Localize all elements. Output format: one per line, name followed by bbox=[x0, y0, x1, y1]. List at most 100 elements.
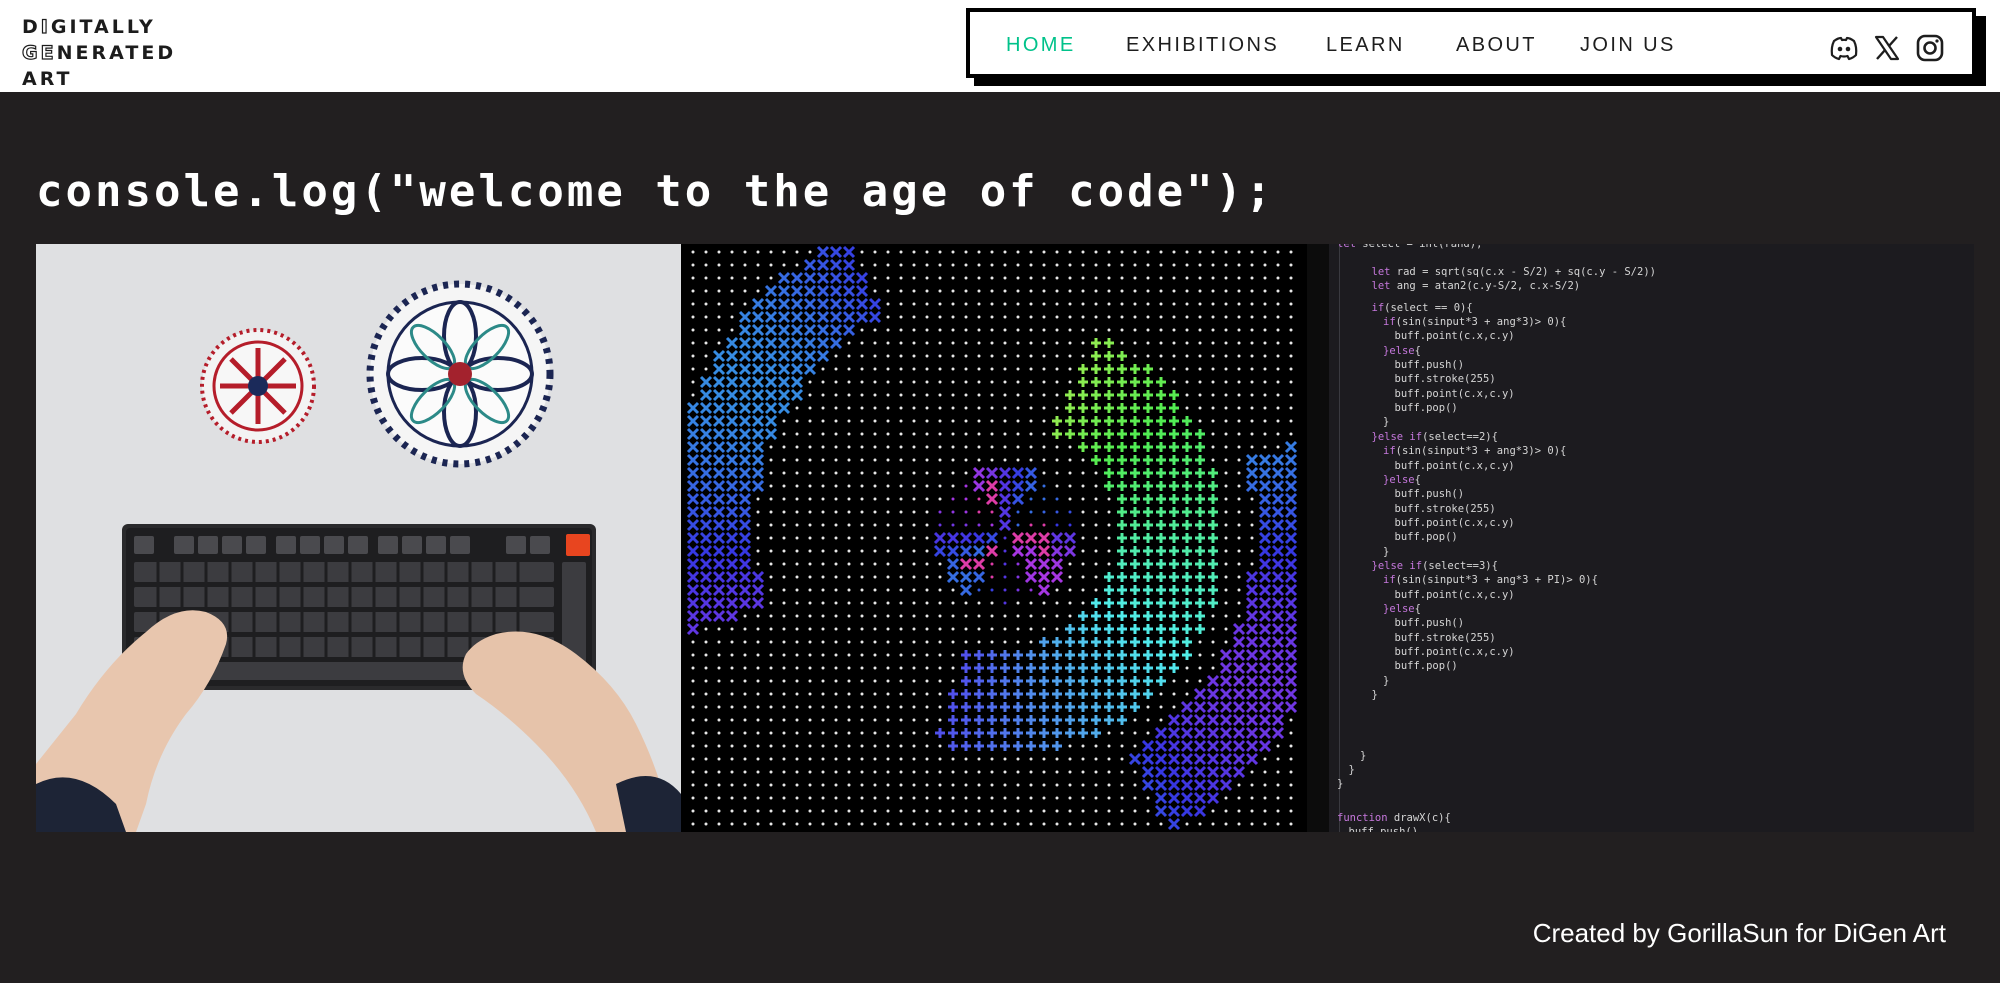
logo-line-1: DIGITALLY bbox=[22, 14, 176, 40]
code-line: buff.stroke(255) bbox=[1394, 632, 1496, 644]
logo-letter: L bbox=[111, 16, 127, 38]
code-keyword: let bbox=[1337, 244, 1356, 250]
code-text: (select == 0){ bbox=[1384, 302, 1473, 314]
code-text: (sin(sinput*3 + ang*3 + PI)> 0){ bbox=[1395, 574, 1598, 586]
logo-letter: N bbox=[56, 42, 76, 64]
code-text: { bbox=[1414, 603, 1421, 615]
code-keyword: }else if bbox=[1371, 431, 1423, 443]
nav-join-us[interactable]: JOIN US bbox=[1580, 34, 1676, 57]
code-line: } bbox=[1348, 764, 1355, 776]
generative-art-panel bbox=[681, 244, 1329, 832]
logo-letter: G bbox=[50, 16, 70, 38]
code-text: select = int(rand); bbox=[1355, 244, 1483, 250]
code-line: } bbox=[1337, 778, 1344, 790]
gutter-line bbox=[1339, 244, 1340, 832]
code-line: let select = int(rand); bbox=[1337, 244, 1482, 250]
logo-letter: R bbox=[91, 42, 110, 64]
logo-letter: T bbox=[79, 16, 95, 38]
site-logo[interactable]: DIGITALLY GENERATED ART bbox=[21, 14, 177, 92]
code-line: }else{ bbox=[1383, 474, 1421, 486]
code-line: } bbox=[1383, 546, 1390, 558]
code-text: (sin(sinput*3 + ang*3)> 0){ bbox=[1395, 445, 1567, 457]
code-line: }else if(select==2){ bbox=[1372, 431, 1498, 443]
main-nav: HOME EXHIBITIONS LEARN ABOUT JOIN US bbox=[966, 8, 1976, 78]
nav-learn[interactable]: LEARN bbox=[1326, 34, 1405, 57]
code-line: buff.stroke(255) bbox=[1394, 503, 1496, 515]
large-bowl-image bbox=[366, 280, 554, 468]
code-line: if(sin(sinput*3 + ang*3 + PI)> 0){ bbox=[1383, 574, 1598, 586]
hero-banner: let select = int(rand); let rad = sqrt(sq… bbox=[36, 244, 1974, 832]
code-text: { bbox=[1414, 474, 1421, 486]
code-text: (select==2){ bbox=[1422, 431, 1498, 443]
code-keyword: }else bbox=[1383, 603, 1415, 615]
code-line: } bbox=[1360, 750, 1367, 762]
code-line: } bbox=[1371, 689, 1378, 701]
code-line: buff.point(c.x,c.y) bbox=[1394, 589, 1515, 601]
logo-letter: E bbox=[141, 42, 158, 64]
code-keyword: if bbox=[1383, 316, 1396, 328]
discord-icon[interactable] bbox=[1828, 32, 1860, 64]
nav-about[interactable]: ABOUT bbox=[1456, 34, 1537, 57]
logo-letter: E bbox=[40, 41, 57, 64]
small-bowl-image bbox=[200, 328, 316, 444]
hero-headline: console.log("welcome to the age of code"… bbox=[36, 166, 1275, 217]
code-line: if(select == 0){ bbox=[1372, 302, 1473, 314]
code-line: buff.stroke(255) bbox=[1394, 373, 1496, 385]
code-line: }else{ bbox=[1383, 345, 1421, 357]
code-line: let rad = sqrt(sq(c.x - S/2) + sq(c.y - … bbox=[1372, 266, 1656, 278]
logo-letter: A bbox=[109, 42, 126, 64]
x-icon[interactable] bbox=[1871, 32, 1903, 64]
code-line: buff.pop() bbox=[1394, 531, 1458, 543]
logo-letter: T bbox=[125, 42, 142, 64]
code-line: buff.pop() bbox=[1394, 660, 1458, 672]
code-line: }else{ bbox=[1383, 603, 1421, 615]
code-text: rad = sqrt(sq(c.x - S/2) + sq(c.y - S/2)… bbox=[1390, 266, 1656, 278]
logo-letter: E bbox=[75, 42, 92, 64]
code-line: if(sin(sinput*3 + ang*3)> 0){ bbox=[1383, 316, 1566, 328]
code-keyword: function bbox=[1337, 812, 1388, 824]
code-line: } bbox=[1383, 675, 1390, 687]
desk-photo bbox=[36, 244, 681, 832]
code-text: (sin(sinput*3 + ang*3)> 0){ bbox=[1395, 316, 1567, 328]
site-header: DIGITALLY GENERATED ART HOME EXHIBITIONS… bbox=[0, 0, 2000, 92]
generative-art-canvas bbox=[681, 244, 1329, 832]
code-text: (select==3){ bbox=[1422, 560, 1498, 572]
code-keyword: let bbox=[1371, 280, 1391, 292]
logo-letter: L bbox=[126, 16, 140, 38]
code-editor: let select = int(rand); let rad = sqrt(sq… bbox=[1329, 244, 1974, 832]
logo-letter: A bbox=[94, 16, 112, 38]
code-keyword: if bbox=[1371, 302, 1385, 314]
code-keyword: }else bbox=[1383, 474, 1415, 486]
logo-letter: D bbox=[157, 42, 177, 64]
code-keyword: if bbox=[1383, 574, 1396, 586]
logo-letter: Y bbox=[139, 16, 156, 38]
instagram-icon[interactable] bbox=[1914, 32, 1946, 64]
credit-text: Created by GorillaSun for DiGen Art bbox=[1532, 918, 1946, 948]
code-line: }else if(select==3){ bbox=[1372, 560, 1498, 572]
code-editor-panel: let select = int(rand); let rad = sqrt(sq… bbox=[1329, 244, 1974, 832]
code-line: } bbox=[1383, 416, 1390, 428]
code-line: buff.push() bbox=[1394, 617, 1465, 629]
logo-letter: I bbox=[40, 15, 51, 38]
code-keyword: if bbox=[1383, 445, 1396, 457]
logo-letter: I bbox=[69, 16, 80, 38]
code-line: buff.push() bbox=[1394, 359, 1465, 371]
logo-letter: D bbox=[22, 16, 41, 38]
logo-line-2: GENERATED bbox=[21, 40, 177, 66]
nav-home[interactable]: HOME bbox=[1006, 34, 1076, 57]
code-text: drawX(c){ bbox=[1387, 812, 1451, 824]
code-text: ang = atan2(c.y-S/2, c.x-S/2) bbox=[1390, 280, 1581, 292]
code-line: let ang = atan2(c.y-S/2, c.x-S/2) bbox=[1372, 280, 1581, 292]
code-line: buff.point(c.x,c.y) bbox=[1394, 460, 1515, 472]
nav-exhibitions[interactable]: EXHIBITIONS bbox=[1126, 34, 1279, 57]
code-keyword: let bbox=[1371, 266, 1391, 278]
code-keyword: }else bbox=[1383, 345, 1415, 357]
desk-illustration bbox=[36, 244, 681, 832]
logo-line-3: ART bbox=[22, 68, 73, 90]
code-line: buff.push() bbox=[1348, 826, 1419, 832]
code-line: buff.pop() bbox=[1394, 402, 1458, 414]
code-text: { bbox=[1414, 345, 1421, 357]
code-line: buff.push() bbox=[1394, 488, 1465, 500]
code-line: buff.point(c.x,c.y) bbox=[1394, 330, 1515, 342]
code-line: buff.point(c.x,c.y) bbox=[1394, 646, 1515, 658]
